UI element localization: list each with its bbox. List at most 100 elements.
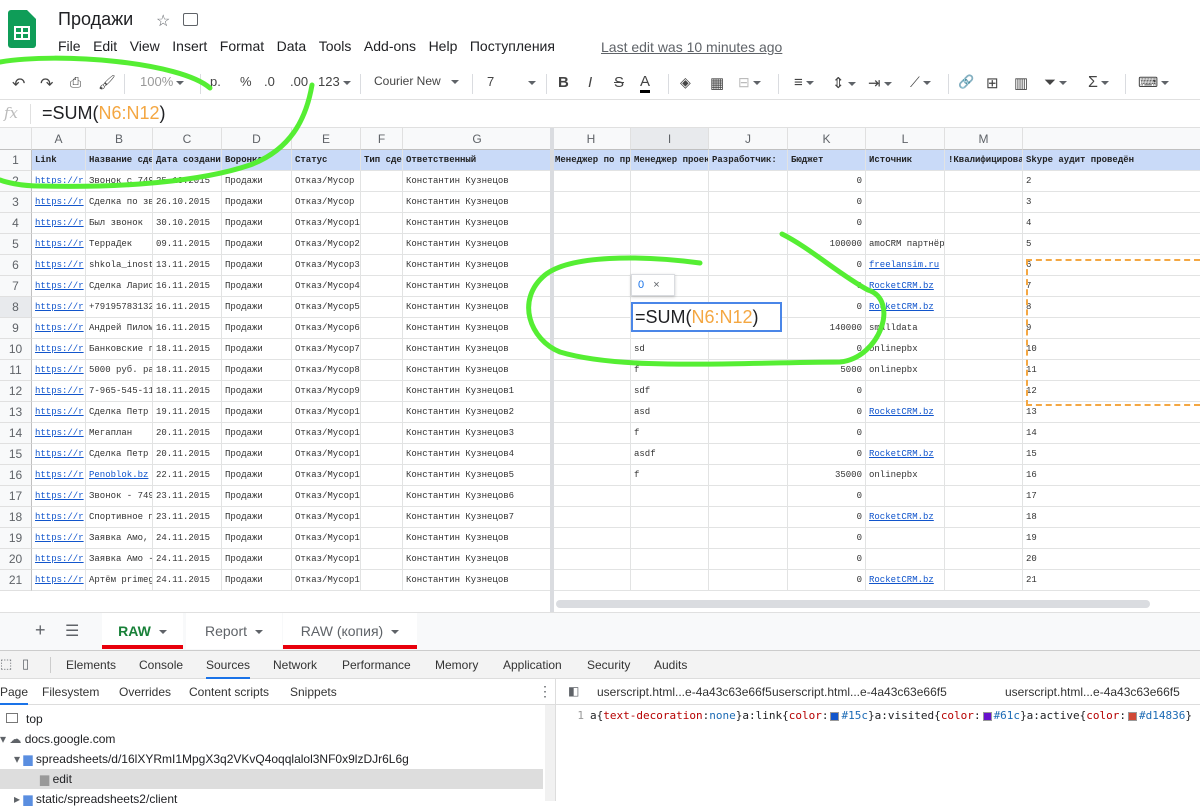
table-cell[interactable]: Отказ/Мусор2 <box>292 234 361 255</box>
header-cell[interactable]: !Квалифицирова <box>945 150 1023 171</box>
table-cell[interactable]: Отказ/Мусор4 <box>292 276 361 297</box>
table-cell[interactable]: asd <box>631 402 709 423</box>
table-cell[interactable] <box>552 381 631 402</box>
table-cell[interactable]: https://r <box>32 570 86 591</box>
table-cell[interactable] <box>552 192 631 213</box>
table-cell[interactable]: Константин Кузнецов <box>403 276 552 297</box>
table-cell[interactable]: Константин Кузнецов7 <box>403 507 552 528</box>
table-cell[interactable]: 0 <box>788 507 866 528</box>
table-cell[interactable]: Отказ/Мусор14 <box>292 486 361 507</box>
devtools-tab[interactable]: Audits <box>654 658 687 672</box>
table-cell[interactable]: Константин Кузнецов6 <box>403 486 552 507</box>
header-cell[interactable]: Дата создани <box>153 150 222 171</box>
header-cell[interactable]: Разработчик: <box>709 150 788 171</box>
table-cell[interactable]: Отказ/Мусор7 <box>292 339 361 360</box>
table-cell[interactable]: 5 <box>1023 234 1200 255</box>
menu-6[interactable]: Tools <box>319 38 352 54</box>
table-cell[interactable]: Продажи <box>222 234 292 255</box>
header-cell[interactable]: Источник <box>866 150 945 171</box>
redo-icon[interactable]: ↷ <box>40 74 53 94</box>
zoom-select[interactable]: 100% <box>140 74 185 89</box>
table-cell[interactable] <box>945 444 1023 465</box>
table-cell[interactable] <box>945 360 1023 381</box>
row-header[interactable]: 13 <box>0 402 32 423</box>
table-cell[interactable]: Продажи <box>222 570 292 591</box>
table-cell[interactable]: Продажи <box>222 402 292 423</box>
editor-file-tab[interactable]: userscript.html...e-4a43c63e66f5 <box>1005 685 1180 699</box>
table-cell[interactable]: Константин Кузнецов <box>403 318 552 339</box>
table-cell[interactable]: Отказ/Мусор12 <box>292 444 361 465</box>
table-cell[interactable]: Заявка Амо, <box>86 528 153 549</box>
color-swatch[interactable] <box>982 711 992 721</box>
table-cell[interactable]: onlinepbx <box>866 360 945 381</box>
menu-7[interactable]: Add-ons <box>364 38 416 54</box>
table-cell[interactable]: smalldata <box>866 318 945 339</box>
table-cell[interactable]: 0 <box>788 276 866 297</box>
table-cell[interactable]: onlinepbx <box>866 339 945 360</box>
table-cell[interactable]: Продажи <box>222 360 292 381</box>
table-cell[interactable]: RocketCRM.bz <box>866 276 945 297</box>
table-cell[interactable] <box>631 171 709 192</box>
devtools-tab[interactable]: Network <box>273 658 317 672</box>
table-cell[interactable]: 0 <box>788 570 866 591</box>
insert-comment-icon[interactable]: ⊞ <box>986 74 999 92</box>
document-title[interactable]: Продажи <box>58 9 133 30</box>
table-cell[interactable]: 16 <box>1023 465 1200 486</box>
tree-file-edit[interactable]: ▆ edit <box>0 769 543 789</box>
table-cell[interactable]: 5000 <box>788 360 866 381</box>
table-cell[interactable]: Отказ/Мусор15 <box>292 507 361 528</box>
table-cell[interactable]: f <box>631 465 709 486</box>
table-cell[interactable]: 18.11.2015 <box>153 339 222 360</box>
table-cell[interactable]: https://r <box>32 444 86 465</box>
header-cell[interactable]: Skype аудит проведён <box>1023 150 1200 171</box>
table-cell[interactable] <box>945 528 1023 549</box>
table-cell[interactable]: Константин Кузнецов1 <box>403 381 552 402</box>
sheet-tab-menu-icon[interactable] <box>158 630 167 635</box>
add-sheet-icon[interactable]: + <box>35 620 46 641</box>
table-cell[interactable] <box>361 171 403 192</box>
close-icon[interactable]: × <box>653 279 659 291</box>
header-cell[interactable]: Ответственный <box>403 150 552 171</box>
table-cell[interactable]: 13.11.2015 <box>153 255 222 276</box>
color-swatch[interactable] <box>830 711 840 721</box>
table-cell[interactable] <box>631 549 709 570</box>
menu-4[interactable]: Format <box>220 38 264 54</box>
table-cell[interactable]: https://r <box>32 360 86 381</box>
table-cell[interactable]: ТеррaДек <box>86 234 153 255</box>
sheet-tab[interactable]: RAW <box>102 613 183 649</box>
table-cell[interactable]: Константин Кузнецов <box>403 213 552 234</box>
print-icon[interactable]: ⎙ <box>70 74 81 91</box>
table-cell[interactable]: Penoblok.bz <box>86 465 153 486</box>
row-header[interactable]: 3 <box>0 192 32 213</box>
table-cell[interactable] <box>945 381 1023 402</box>
table-cell[interactable]: https://r <box>32 213 86 234</box>
table-cell[interactable]: https://r <box>32 234 86 255</box>
table-cell[interactable]: RocketCRM.bz <box>866 570 945 591</box>
table-cell[interactable]: 0 <box>788 402 866 423</box>
table-cell[interactable]: 0 <box>788 255 866 276</box>
devtools-tab[interactable]: Console <box>139 658 183 672</box>
table-cell[interactable] <box>709 507 788 528</box>
sheet-tab[interactable]: Report <box>186 613 282 649</box>
table-cell[interactable]: Артём primeg <box>86 570 153 591</box>
last-edit-link[interactable]: Last edit was 10 minutes ago <box>601 39 782 55</box>
table-cell[interactable]: 24.11.2015 <box>153 528 222 549</box>
row-header[interactable]: 11 <box>0 360 32 381</box>
table-cell[interactable]: shkola_inost <box>86 255 153 276</box>
table-cell[interactable]: https://r <box>32 528 86 549</box>
table-cell[interactable] <box>552 549 631 570</box>
decrease-decimals-button[interactable]: .0 <box>264 74 275 89</box>
text-color-button[interactable]: A <box>640 74 651 93</box>
table-cell[interactable]: Сделка Петр <box>86 402 153 423</box>
table-cell[interactable]: https://r <box>32 255 86 276</box>
currency-format-button[interactable]: р. <box>210 74 221 89</box>
tree-folder-spreadsheet[interactable]: ▾ ▆ spreadsheets/d/16lXYRmI1MpgX3q2VKvQ4… <box>14 749 409 769</box>
table-cell[interactable] <box>361 465 403 486</box>
borders-icon[interactable]: ▦ <box>710 74 724 92</box>
table-cell[interactable]: sdf <box>631 381 709 402</box>
table-cell[interactable]: Продажи <box>222 339 292 360</box>
navigator-tab[interactable]: Snippets <box>290 685 337 699</box>
row-header[interactable]: 8 <box>0 297 32 318</box>
table-cell[interactable] <box>552 171 631 192</box>
table-cell[interactable]: Продажи <box>222 486 292 507</box>
